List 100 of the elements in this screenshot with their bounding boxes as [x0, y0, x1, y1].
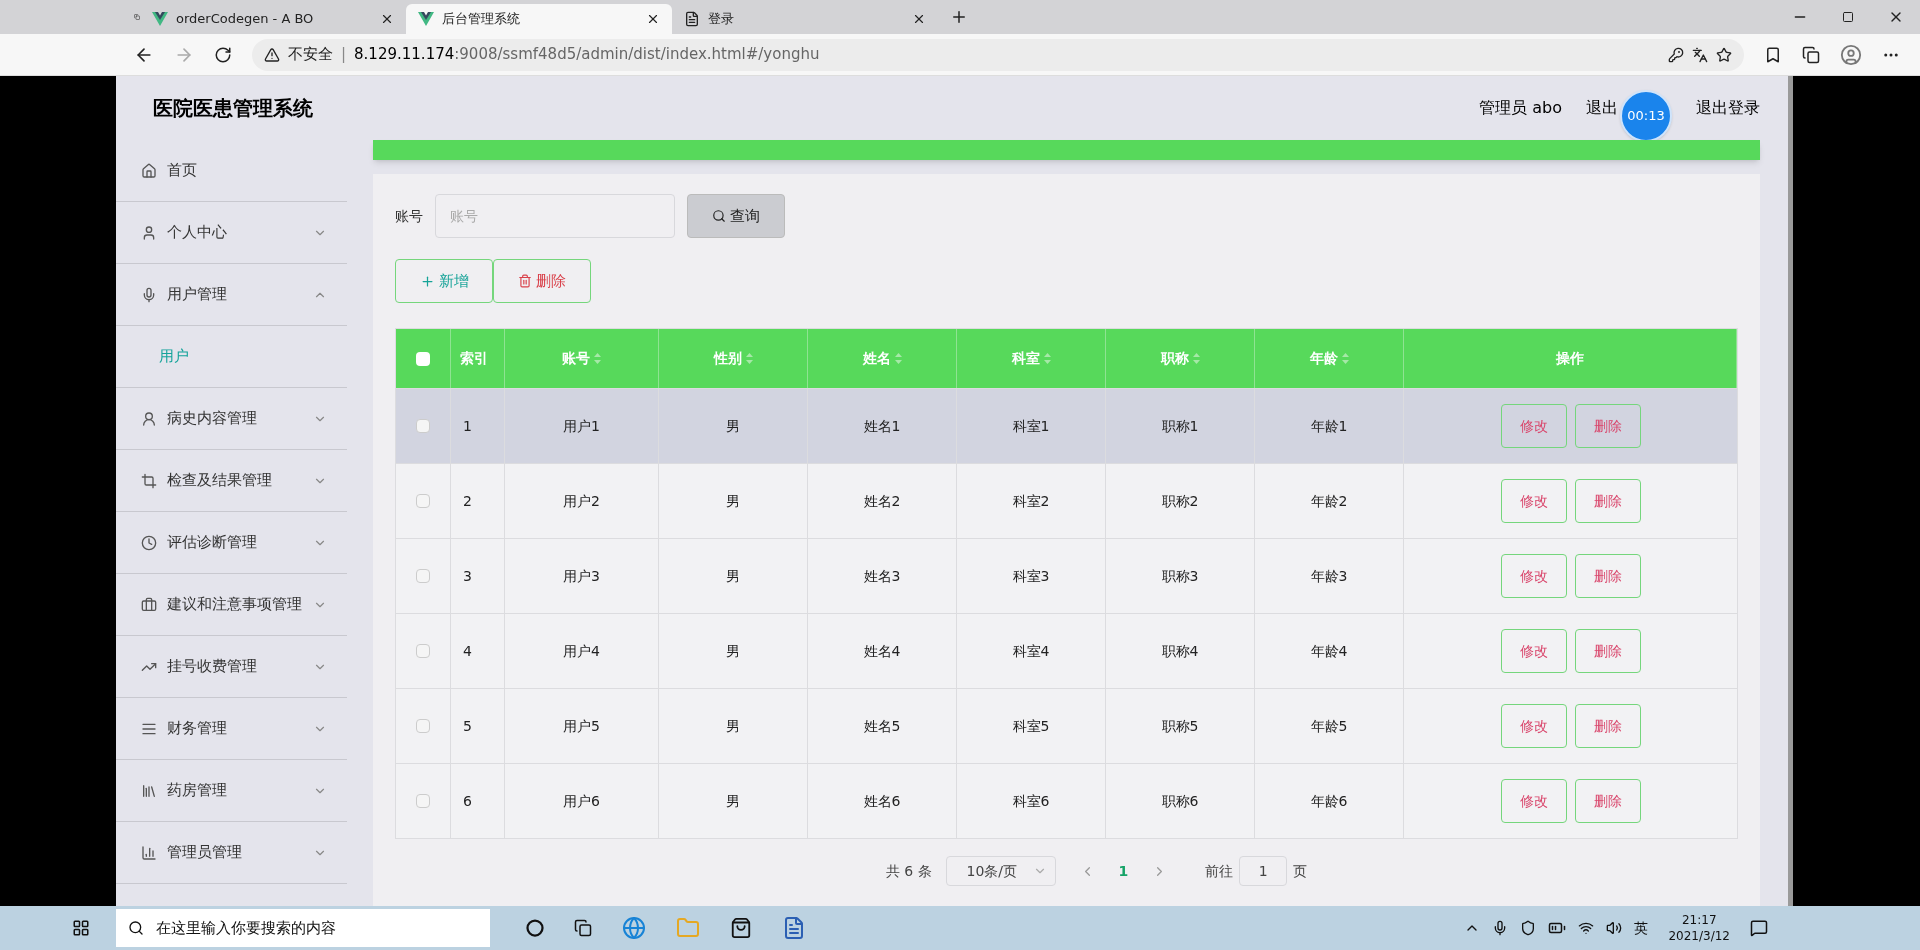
sidebar-item[interactable]: 检查及结果管理	[116, 450, 347, 512]
row-checkbox[interactable]	[416, 494, 430, 508]
table-cell-text: 1	[463, 416, 472, 436]
table-cell-text: 科室4	[1012, 641, 1050, 661]
table-cell-text: 3	[463, 566, 472, 586]
key-icon[interactable]	[1668, 46, 1684, 63]
sidebar-item[interactable]: 用户管理	[116, 264, 347, 326]
row-checkbox[interactable]	[416, 644, 430, 658]
browser-tab[interactable]: 登录	[672, 4, 938, 34]
url-host: 8.129.11.174	[354, 44, 455, 66]
browser-tab[interactable]: orderCodegen - A BO	[140, 4, 406, 34]
table-cell-text: 姓名2	[863, 491, 901, 511]
clock-time: 21:17	[1681, 912, 1717, 928]
table-cell-text: 姓名1	[863, 416, 901, 436]
start-icon[interactable]	[72, 919, 90, 937]
store-icon[interactable]	[730, 917, 752, 939]
table-cell-text: 年龄3	[1310, 566, 1348, 586]
table-cell-text: 用户5	[563, 716, 600, 736]
goto-page-input[interactable]: 1	[1239, 856, 1288, 886]
maximize-icon[interactable]	[1842, 11, 1854, 23]
favorites-icon[interactable]	[1764, 45, 1782, 64]
table-cell-text: 用户3	[563, 566, 600, 586]
row-checkbox[interactable]	[416, 719, 430, 733]
new-tab-icon[interactable]	[950, 8, 968, 26]
edit-button[interactable]: 修改	[1500, 704, 1567, 748]
close-icon[interactable]	[912, 12, 926, 26]
volume-icon[interactable]	[1606, 920, 1623, 936]
wifi-icon[interactable]	[1578, 920, 1595, 936]
sidebar-item[interactable]: 建议和注意事项管理	[116, 574, 347, 636]
header-link[interactable]: 管理员 abo	[1479, 96, 1562, 120]
sidebar-item[interactable]: 药房管理	[116, 760, 347, 822]
task-view-icon[interactable]	[574, 919, 592, 937]
taskbar-search-field[interactable]: 在这里输入你要搜索的内容	[116, 909, 490, 947]
table-cell-text: 男	[726, 716, 740, 736]
delete-button[interactable]: 删除	[493, 259, 591, 303]
sidebar-item[interactable]: 管理员管理	[116, 822, 347, 884]
sidebar-item[interactable]: 首页	[116, 140, 347, 202]
security-label: 不安全	[288, 44, 333, 66]
star-icon[interactable]	[1716, 46, 1732, 63]
collections-icon[interactable]	[1802, 45, 1820, 64]
sidebar-item[interactable]: 病史内容管理	[116, 388, 347, 450]
table-cell-text: 用户2	[563, 491, 600, 511]
table-cell-text: 年龄6	[1310, 791, 1348, 811]
delete-row-button[interactable]: 删除	[1574, 479, 1641, 523]
notifications-icon[interactable]	[1750, 919, 1768, 937]
page-size-select[interactable]: 10条/页	[945, 856, 1056, 886]
edit-button[interactable]: 修改	[1500, 629, 1567, 673]
sidebar-item[interactable]: 个人中心	[116, 202, 347, 264]
column-header: 索引	[460, 349, 488, 368]
sidebar-item[interactable]: 挂号收费管理	[116, 636, 347, 698]
home-icon	[141, 162, 157, 179]
browser-tab[interactable]: 后台管理系统	[406, 4, 672, 34]
row-checkbox[interactable]	[416, 419, 430, 433]
table-cell-text: 姓名3	[863, 566, 901, 586]
table-cell-text: 用户1	[563, 416, 600, 436]
table-cell-text: 男	[726, 791, 740, 811]
address-field[interactable]: 不安全 | 8.129.11.174:9008/ssmf48d5/admin/dist/index.html#/yonghu	[252, 38, 1744, 71]
account-input[interactable]: 账号	[435, 194, 675, 238]
edit-button[interactable]: 修改	[1500, 779, 1567, 823]
delete-row-button[interactable]: 删除	[1574, 779, 1641, 823]
select-all-checkbox[interactable]	[416, 351, 430, 366]
plus-icon	[419, 273, 435, 289]
table-cell-text: 年龄4	[1310, 641, 1348, 661]
table-cell-text: 年龄5	[1310, 716, 1348, 736]
reload-icon[interactable]	[214, 45, 232, 64]
edit-button[interactable]: 修改	[1500, 554, 1567, 598]
row-checkbox[interactable]	[416, 794, 430, 808]
sidebar-item[interactable]: 评估诊断管理	[116, 512, 347, 574]
row-checkbox[interactable]	[416, 569, 430, 583]
trash-icon	[518, 274, 532, 288]
close-icon[interactable]	[380, 12, 394, 26]
profile-icon[interactable]	[1840, 43, 1862, 66]
table-cell-text: 年龄1	[1310, 416, 1348, 436]
sidebar-item[interactable]: 财务管理	[116, 698, 347, 760]
table-cell-text: 用户6	[563, 791, 600, 811]
table-cell-text: 2	[463, 491, 472, 511]
search-button[interactable]: 查询	[687, 194, 785, 238]
table-cell-text: 科室1	[1012, 416, 1050, 436]
table-cell-text: 男	[726, 641, 740, 661]
close-icon[interactable]	[646, 12, 660, 26]
table-cell-text: 姓名4	[863, 641, 901, 661]
edit-button[interactable]: 修改	[1500, 479, 1567, 523]
shield-icon[interactable]	[1520, 920, 1537, 936]
table-cell-text: 姓名6	[863, 791, 901, 811]
delete-row-button[interactable]: 删除	[1574, 629, 1641, 673]
browser-icon[interactable]	[622, 916, 646, 940]
header-link[interactable]: 退出	[1586, 96, 1618, 120]
table-cell-text: 职称1	[1161, 416, 1199, 436]
ime-indicator[interactable]: 英	[1634, 917, 1649, 939]
delete-row-button[interactable]: 删除	[1574, 704, 1641, 748]
app-title: 医院医患管理系统	[153, 95, 313, 122]
header-link[interactable]: 退出登录	[1696, 96, 1760, 120]
table-cell-text: 用户4	[563, 641, 600, 661]
delete-row-button[interactable]: 删除	[1574, 554, 1641, 598]
search-label: 账号	[395, 206, 423, 226]
table-cell-text: 职称6	[1161, 791, 1199, 811]
timer-badge: 00:13	[1620, 90, 1672, 142]
clock-date: 2021/3/12	[1668, 928, 1730, 944]
cortana-icon[interactable]	[526, 919, 544, 937]
search-icon	[128, 920, 144, 936]
